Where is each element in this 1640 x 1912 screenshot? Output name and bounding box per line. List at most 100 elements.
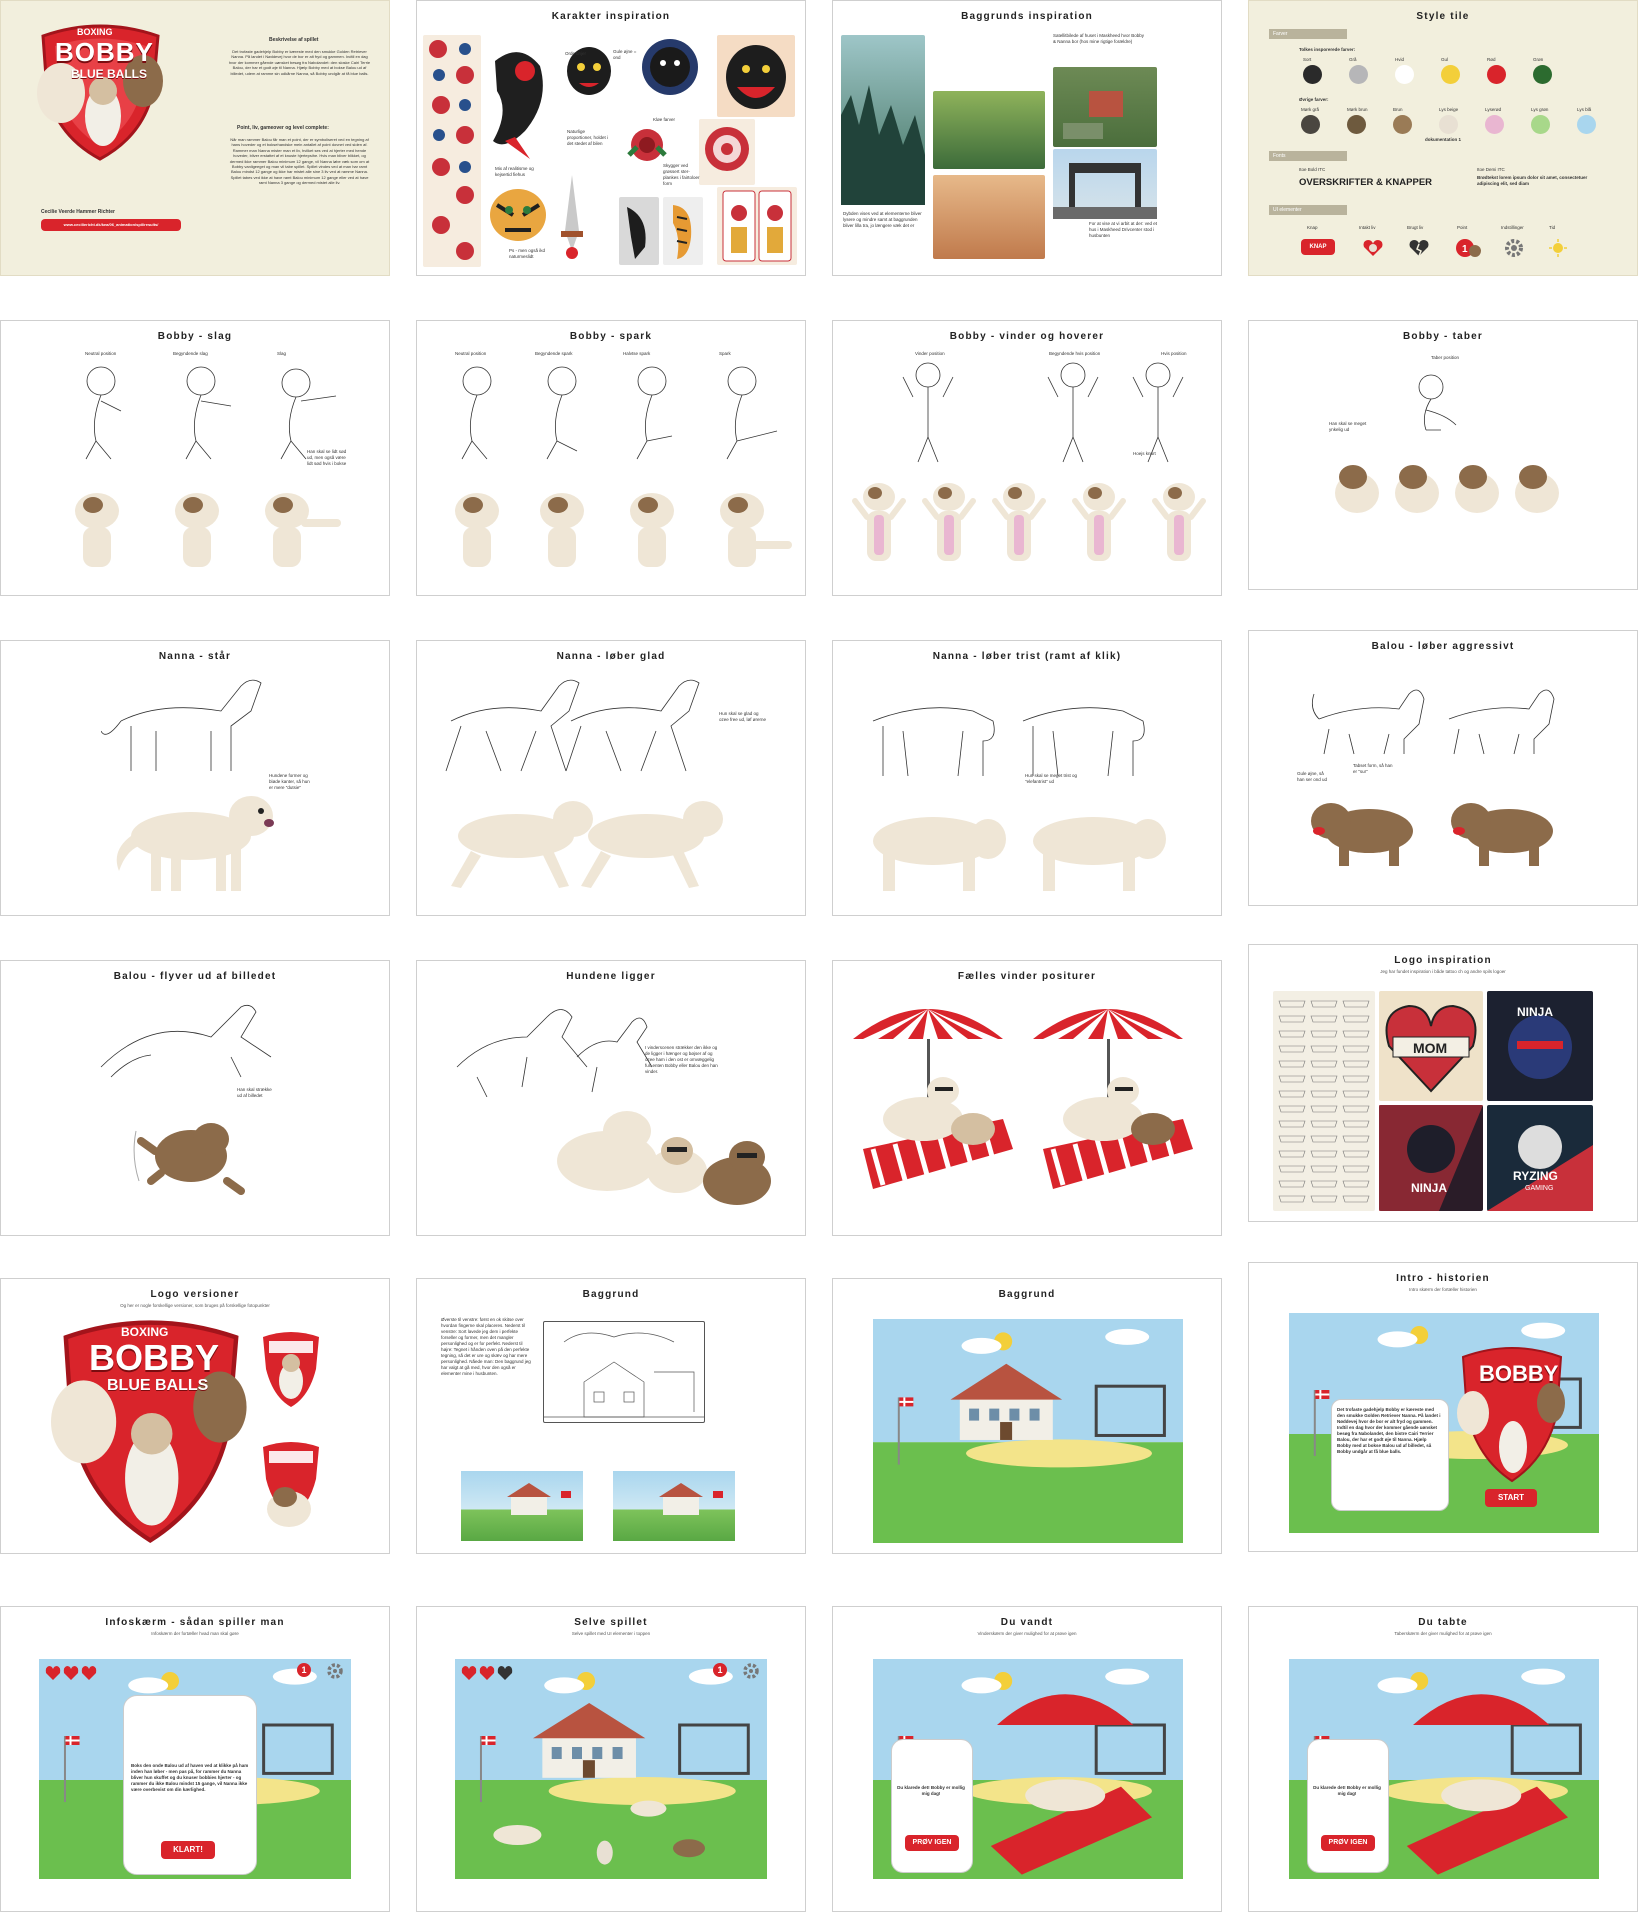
slide-subtitle: Jeg har fundet inspiration i både tattoo…	[1380, 969, 1506, 974]
banner-shape	[1310, 1180, 1338, 1188]
slide-subtitle: Taberskærm der giver mulighed for at prø…	[1394, 1631, 1492, 1636]
banner-shape	[1342, 1000, 1370, 1008]
settings-gear-icon[interactable]	[327, 1663, 343, 1679]
lost-scene: Du klarede det! Bobby er mollig mig dag!…	[1289, 1659, 1599, 1879]
slide-background-inspiration[interactable]: Baggrunds inspiration Satellitbilede af …	[832, 0, 1222, 276]
slide-bobby-kick[interactable]: Bobby - spark Neutral position Begyndend…	[416, 320, 806, 596]
banner-shape	[1278, 1030, 1306, 1038]
color-swatch	[1531, 115, 1550, 134]
dogs-sketch	[447, 997, 667, 1097]
jungle-image	[933, 91, 1045, 169]
slide-info-screen[interactable]: Infoskærm - sådan spiller man Infoskærm …	[0, 1606, 390, 1912]
flag-cross	[65, 1739, 80, 1742]
pose-label-1: Vinder position	[915, 351, 945, 356]
slide-balou-fly[interactable]: Balou - flyver ud af billedet Han skal s…	[0, 960, 390, 1236]
slide-title: Baggrund	[582, 1289, 640, 1300]
banner-shape	[1342, 1180, 1370, 1188]
banner-shape	[1278, 1015, 1306, 1023]
door	[582, 1760, 595, 1778]
slide-bobby-lose[interactable]: Bobby - taber Taber position Han skal se…	[1248, 320, 1638, 590]
knap-button[interactable]: KNAP	[1301, 239, 1335, 255]
color-swatch	[1441, 65, 1460, 84]
slide-title[interactable]: BOXING BOBBY BLUE BALLS Cecilie Veerde H…	[0, 0, 390, 276]
slide-title: Bobby - slag	[157, 331, 233, 342]
slide-dogs-lying[interactable]: Hundene ligger I vinderscenen strækker d…	[416, 960, 806, 1236]
slide-logo-versions[interactable]: Logo versioner Og her er nogle forskelli…	[0, 1278, 390, 1554]
mom-tattoo-image: MOM	[1379, 991, 1483, 1101]
color-swatch	[1577, 115, 1596, 134]
color-swatch	[1533, 65, 1552, 84]
banner-shape	[1342, 1090, 1370, 1098]
slide-title: Hundene ligger	[566, 971, 656, 982]
window	[612, 1747, 623, 1759]
klart-button[interactable]: KLART!	[161, 1841, 215, 1859]
background-note: Øverste til venstre: først en ok skitse …	[441, 1317, 531, 1376]
window	[592, 1747, 603, 1759]
slide-subtitle: Vinderskærm der giver mulighed for at pr…	[977, 1631, 1077, 1636]
color-label: Grå	[1349, 57, 1357, 62]
banner-shape	[1342, 1195, 1370, 1203]
main-colors-label: Tolkes insporerede farver:	[1299, 47, 1356, 52]
slide-bobby-punch[interactable]: Bobby - slag Neutral position Begyndende…	[0, 320, 390, 596]
drivecenter-image	[1053, 149, 1157, 219]
cloud	[1377, 1331, 1418, 1348]
peony-image	[699, 119, 755, 185]
color-label: Lys grøn	[1531, 107, 1549, 112]
slide-title: Logo inspiration	[1394, 955, 1492, 966]
slide-bobby-win[interactable]: Bobby - vinder og hoverer Vinder positio…	[832, 320, 1222, 596]
winner-pose-art	[843, 989, 1213, 1229]
nanna	[630, 1800, 667, 1817]
flagpole	[1313, 1390, 1316, 1456]
font2-label: Itoe Demi ITC	[1477, 167, 1505, 172]
slide-you-won[interactable]: Du vandt Vinderskærm der giver mulighed …	[832, 1606, 1222, 1912]
note-satellite: Satellitbilede af huset i Maskheed hvor …	[1053, 33, 1145, 44]
slide-nanna-stand[interactable]: Nanna - står Hundene former og bløde kan…	[0, 640, 390, 916]
nanna-sketch	[863, 681, 1163, 781]
bobby-head	[1339, 465, 1367, 489]
pose-label-1: Taber position	[1431, 355, 1460, 360]
banner-shape	[1278, 1000, 1306, 1008]
slide-background-final[interactable]: Baggrund	[832, 1278, 1222, 1554]
slide-title: Baggrund	[998, 1289, 1056, 1300]
slide-logo-inspiration[interactable]: Logo inspiration Jeg har fundet inspirat…	[1248, 944, 1638, 1222]
slide-intro-story[interactable]: Intro - historien Intro skærm der fortæl…	[1248, 1262, 1638, 1552]
banner-shape	[1278, 1060, 1306, 1068]
slide-subtitle: Intro skærm der fortæller historien	[1409, 1287, 1477, 1292]
color-label: Sort	[1303, 57, 1312, 62]
bobby-kick-frames	[437, 471, 797, 581]
results-link[interactable]: www.ceciliericht.dk/kea/06_animation/spi…	[41, 219, 181, 231]
nanna-sad-art	[863, 791, 1183, 901]
dog	[883, 1097, 963, 1141]
slide-you-lost[interactable]: Du tabte Taberskærm der giver mulighed f…	[1248, 1606, 1638, 1912]
field	[966, 1439, 1152, 1468]
slide-balou-run[interactable]: Balou - løber aggressivt Gule øjne, så h…	[1248, 630, 1638, 906]
retry-button[interactable]: PRØV IGEN	[1321, 1835, 1375, 1851]
color-swatch	[1395, 65, 1414, 84]
pose-label-1: Neutral position	[85, 351, 117, 356]
slide-background-sketch[interactable]: Baggrund Øverste til venstre: først en o…	[416, 1278, 806, 1554]
slide-game[interactable]: Selve spillet Selve spillet med UI eleme…	[416, 1606, 806, 1912]
slide-style-tile[interactable]: Style tile Farver Tolkes insporerede far…	[1248, 0, 1638, 276]
banner-shape	[1278, 1120, 1306, 1128]
slide-nanna-run-happy[interactable]: Nanna - løber glad Hun skal se glad og o…	[416, 640, 806, 916]
dog	[1063, 1097, 1143, 1141]
settings-gear-icon[interactable]	[743, 1663, 759, 1679]
pose-label-1: Neutral position	[455, 351, 487, 356]
banner-shape	[1310, 1000, 1338, 1008]
banner-shape	[1342, 1165, 1370, 1173]
banner-shape	[1310, 1060, 1338, 1068]
ui-element-label: Intakt liv	[1359, 225, 1376, 230]
slide-winner-poses[interactable]: Fælles vinder positurer	[832, 960, 1222, 1236]
slide-title: Nanna - står	[158, 651, 232, 662]
slide-nanna-run-sad[interactable]: Nanna - løber trist (ramt af klik) Hun s…	[832, 640, 1222, 916]
score-badge: 1	[713, 1663, 727, 1677]
lost-panel	[1307, 1739, 1389, 1873]
banner-shape	[1278, 1180, 1306, 1188]
retry-button[interactable]: PRØV IGEN	[905, 1835, 959, 1851]
slide-subtitle: Selve spillet med UI elementer i toppen	[571, 1631, 651, 1636]
start-button[interactable]: START	[1485, 1489, 1537, 1507]
slide-character-inspiration[interactable]: Karakter inspiration Gule øjne = ond Ord…	[416, 0, 806, 276]
panther-gray-image	[619, 197, 659, 265]
intro-scene: Det trofaste gadehjelp Bobby er kæreste …	[1289, 1313, 1599, 1533]
bobby-win-frames	[839, 473, 1219, 583]
